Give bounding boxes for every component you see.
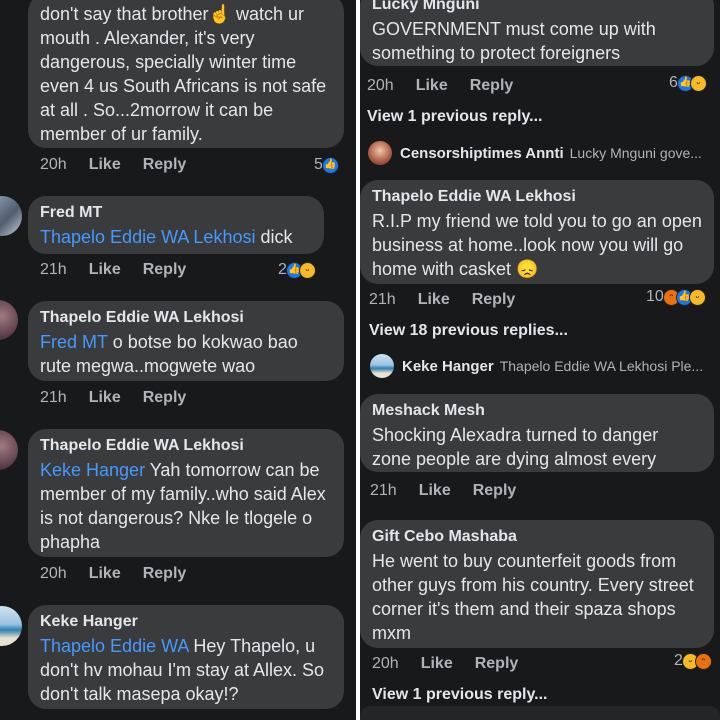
view-previous-replies-link[interactable]: View 18 previous replies... [369, 322, 568, 340]
avatar [370, 354, 394, 378]
like-button[interactable]: Like [89, 156, 121, 174]
comment-actions: 20h Like Reply [40, 154, 186, 176]
comment-bubble: Thapelo Eddie WA Lekhosi Keke Hanger Yah… [28, 429, 344, 557]
right-comments-panel: Lucky Mnguni GOVERNMENT must come up wit… [360, 0, 720, 720]
comment-actions: 20h Like Reply [372, 653, 518, 675]
reply-preview[interactable]: Censorshiptimes Annti Lucky Mnguni gove.… [368, 141, 714, 165]
mention-link[interactable]: Thapelo Eddie WA Lekhosi [40, 227, 255, 247]
reply-author: Censorshiptimes Annti [400, 144, 564, 162]
mention-link[interactable]: Fred MT [40, 332, 108, 352]
comment-text: R.I.P my friend we told you to go an ope… [372, 211, 702, 279]
comment-actions: 21h Like Reply [40, 259, 186, 281]
reply-author: Keke Hanger [402, 357, 494, 375]
comment-text: Shocking Alexadra turned to danger zone … [372, 425, 659, 469]
reply-button[interactable]: Reply [143, 565, 187, 583]
like-button[interactable]: Like [419, 482, 451, 500]
comment-time: 20h [40, 156, 67, 173]
comment-bubble: Thapelo Eddie WA Lekhosi R.I.P my friend… [360, 180, 714, 284]
comment-time: 20h [372, 655, 399, 672]
view-previous-replies-link[interactable]: View 1 previous reply... [372, 686, 547, 704]
comment-author[interactable]: Meshack Mesh [360, 394, 714, 421]
comment-text: Thapelo Eddie WA Lekhosi dick [28, 223, 324, 257]
like-button[interactable]: Like [89, 565, 121, 583]
reaction-summary[interactable]: 6 👍 ᵕ [669, 72, 707, 94]
comment-text: don't say that brother☝ watch ur mouth .… [40, 4, 327, 144]
reaction-count: 10 [646, 288, 664, 305]
comment-body: dick [255, 227, 293, 247]
haha-reaction-icon: ᵕ [688, 288, 706, 306]
reaction-summary[interactable]: 5 👍 [314, 154, 339, 176]
comment-time: 21h [370, 482, 397, 499]
comment-input-bar[interactable] [360, 706, 720, 720]
comment-bubble: Lucky Mnguni GOVERNMENT must come up wit… [360, 0, 714, 66]
comment-author[interactable]: Keke Hanger [28, 605, 344, 632]
mention-link[interactable]: Thapelo Eddie WA [40, 636, 188, 656]
comment-actions: 20h Like Reply [367, 75, 513, 97]
comment-bubble: Meshack Mesh Shocking Alexadra turned to… [360, 394, 714, 472]
comment-bubble: Gift Cebo Mashaba He went to buy counter… [360, 520, 714, 648]
mention-link[interactable]: Keke Hanger [40, 460, 145, 480]
comment-time: 21h [369, 291, 396, 308]
comment-text: Fred MT o botse bo kokwao bao rute megwa… [28, 328, 344, 386]
reply-button[interactable]: Reply [475, 655, 519, 673]
comment-bubble: Fred MT Thapelo Eddie WA Lekhosi dick [28, 196, 324, 254]
reaction-summary[interactable]: 2 👍 ᵕ [278, 259, 316, 281]
reply-button[interactable]: Reply [470, 77, 514, 95]
comment-time: 21h [40, 389, 67, 406]
comment-text: GOVERNMENT must come up with something t… [372, 19, 656, 63]
like-button[interactable]: Like [89, 261, 121, 279]
like-reaction-icon: 👍 [321, 156, 339, 174]
comment-actions: 20h Like Reply [40, 563, 186, 585]
reaction-summary[interactable]: 2 ᵕ ᵔ [674, 650, 712, 672]
comment-bubble: Keke Hanger Thapelo Eddie WA Hey Thapelo… [28, 605, 344, 709]
comment-bubble: Thapelo Eddie WA Lekhosi Fred MT o botse… [28, 301, 344, 381]
like-button[interactable]: Like [418, 291, 450, 309]
avatar[interactable] [0, 196, 22, 236]
reply-snippet: Lucky Mnguni gove... [569, 145, 702, 161]
reply-preview[interactable]: Keke Hanger Thapelo Eddie WA Lekhosi Ple… [370, 354, 714, 378]
comment-actions: 21h Like Reply [369, 289, 515, 311]
avatar[interactable] [0, 300, 18, 340]
reaction-summary[interactable]: 10 ᵔ 👍 ᵕ [646, 286, 706, 308]
reply-button[interactable]: Reply [143, 156, 187, 174]
comment-time: 20h [40, 565, 67, 582]
reply-button[interactable]: Reply [472, 291, 516, 309]
comment-actions: 21h Like Reply [370, 480, 516, 502]
comment-author[interactable]: Fred MT [28, 196, 324, 223]
reply-button[interactable]: Reply [473, 482, 517, 500]
left-comments-panel: don't say that brother☝ watch ur mouth .… [0, 0, 356, 720]
reply-button[interactable]: Reply [143, 389, 187, 407]
haha-reaction-icon: ᵕ [689, 74, 707, 92]
comment-time: 20h [367, 77, 394, 94]
like-button[interactable]: Like [421, 655, 453, 673]
view-previous-replies-link[interactable]: View 1 previous reply... [367, 108, 542, 126]
avatar[interactable] [0, 430, 18, 470]
reply-button[interactable]: Reply [143, 261, 187, 279]
comment-actions: 21h Like Reply [40, 387, 186, 409]
comment-text: He went to buy counterfeit goods from ot… [372, 551, 694, 643]
angry-reaction-icon: ᵔ [694, 652, 712, 670]
comment-author[interactable]: Gift Cebo Mashaba [360, 520, 714, 547]
comment-text: Keke Hanger Yah tomorrow can be member o… [28, 456, 344, 562]
comment-time: 21h [40, 261, 67, 278]
comment-author[interactable]: Thapelo Eddie WA Lekhosi [28, 429, 344, 456]
haha-reaction-icon: ᵕ [298, 261, 316, 279]
reply-snippet: Thapelo Eddie WA Lekhosi Ple... [499, 358, 704, 374]
avatar[interactable] [0, 606, 22, 646]
avatar [368, 141, 392, 165]
comment-author[interactable]: Thapelo Eddie WA Lekhosi [28, 301, 344, 328]
comment-bubble: don't say that brother☝ watch ur mouth .… [28, 0, 344, 148]
comment-author[interactable]: Thapelo Eddie WA Lekhosi [360, 180, 714, 207]
like-button[interactable]: Like [416, 77, 448, 95]
like-button[interactable]: Like [89, 389, 121, 407]
comment-text: Thapelo Eddie WA Hey Thapelo, u don't hv… [28, 632, 344, 714]
comment-author[interactable]: Lucky Mnguni [360, 0, 714, 15]
